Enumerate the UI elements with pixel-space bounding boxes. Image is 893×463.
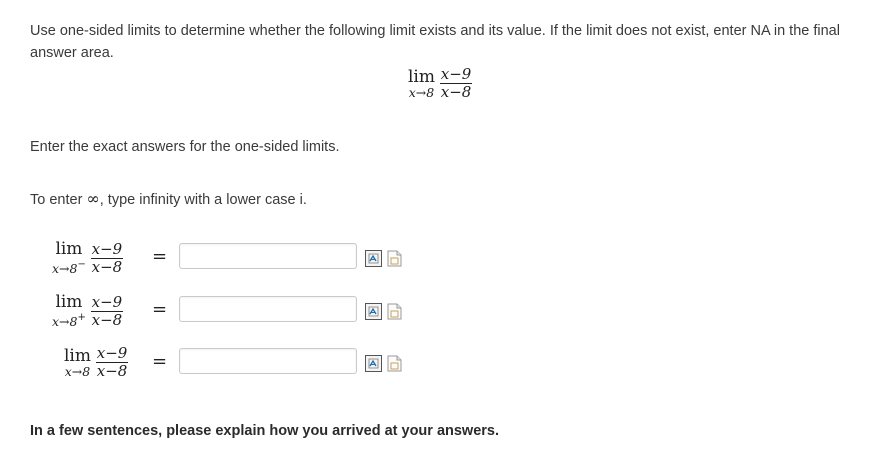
left-limit-fraction: x−9 x−8	[90, 239, 124, 276]
fraction-denominator: x−8	[440, 83, 472, 101]
two-sided-limit-fraction: x−9 x−8	[95, 344, 129, 380]
notepad-icon[interactable]	[386, 250, 403, 267]
lim-subscript-text: x→8	[52, 314, 78, 329]
two-sided-limit-expression: lim x→8 x−9 x−8	[64, 344, 129, 380]
notepad-icon[interactable]	[386, 303, 403, 320]
main-limit-operator: lim x→8	[408, 68, 435, 100]
left-limit-answer-input[interactable]	[179, 243, 357, 269]
lim-subscript: x→8	[64, 363, 91, 379]
right-limit-fraction: x−9 x−8	[90, 292, 124, 329]
fraction-numerator: x−9	[90, 239, 124, 259]
fraction-numerator: x−9	[90, 292, 124, 312]
lim-subscript: x→8+	[52, 311, 86, 329]
lim-subscript: x→8−	[52, 258, 86, 276]
side-superscript: +	[77, 312, 86, 323]
equation-editor-icon[interactable]	[365, 303, 382, 320]
side-superscript: −	[77, 259, 86, 270]
lim-word: lim	[55, 292, 83, 312]
fraction-denominator: x−8	[96, 362, 128, 380]
two-sided-limit-answer-input[interactable]	[179, 348, 357, 374]
main-limit-fraction: x−9 x−8	[439, 65, 473, 101]
exact-answers-note: Enter the exact answers for the one-side…	[30, 139, 340, 155]
equation-editor-icon[interactable]	[365, 250, 382, 267]
lim-subscript-text: x→8	[52, 261, 78, 276]
infinity-note-before: To enter	[30, 192, 87, 208]
equals-sign: =	[152, 351, 168, 372]
equals-sign: =	[152, 299, 168, 320]
left-limit-expression: lim x→8− x−9 x−8	[52, 239, 124, 276]
notepad-icon[interactable]	[386, 355, 403, 372]
lim-word: lim	[64, 345, 91, 366]
fraction-denominator: x−8	[91, 257, 123, 276]
right-limit-answer-input[interactable]	[179, 296, 357, 322]
infinity-note: To enter ∞, type infinity with a lower c…	[30, 189, 307, 208]
equation-editor-icon[interactable]	[365, 355, 382, 372]
main-limit-expression: lim x→8 x−9 x−8	[408, 65, 473, 101]
lim-word: lim	[408, 66, 435, 87]
two-sided-limit-operator: lim x→8	[64, 347, 91, 379]
fraction-denominator: x−8	[91, 310, 123, 329]
equals-sign: =	[152, 246, 168, 267]
lim-subscript: x→8	[408, 84, 435, 100]
explain-prompt: In a few sentences, please explain how y…	[30, 423, 500, 439]
fraction-numerator: x−9	[439, 65, 473, 84]
infinity-note-after: , type infinity with a lower case i.	[99, 192, 307, 208]
right-limit-operator: lim x→8+	[52, 293, 86, 329]
lim-word: lim	[55, 239, 83, 259]
fraction-numerator: x−9	[95, 344, 129, 363]
left-limit-operator: lim x→8−	[52, 240, 86, 276]
infinity-symbol: ∞	[86, 189, 100, 208]
problem-instructions: Use one-sided limits to determine whethe…	[30, 23, 840, 61]
right-limit-expression: lim x→8+ x−9 x−8	[52, 292, 124, 329]
